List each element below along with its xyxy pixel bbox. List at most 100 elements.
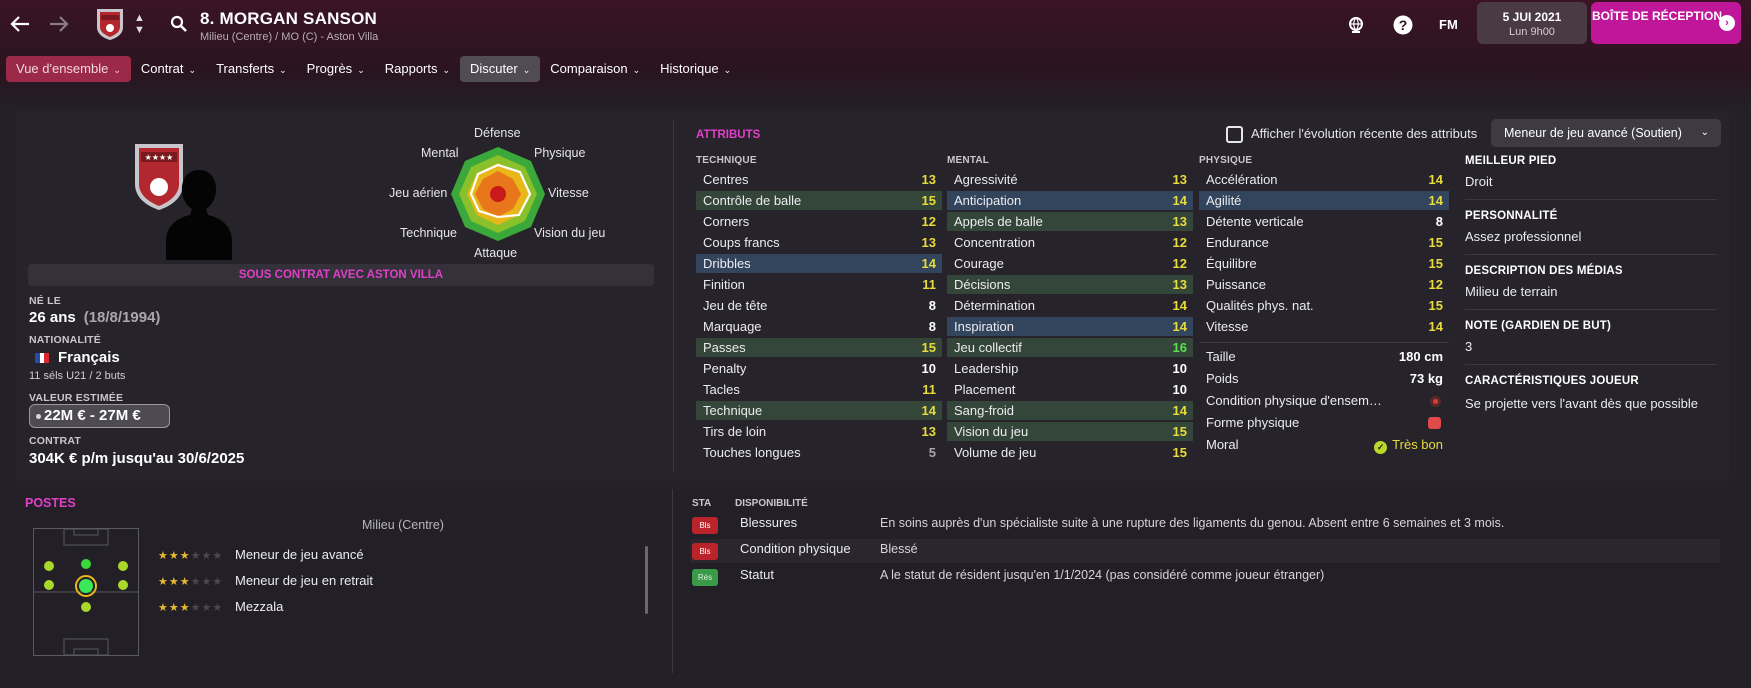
role-name: Meneur de jeu avancé — [235, 547, 364, 562]
attribute-row[interactable]: Touches longues 5 — [696, 443, 942, 462]
club-badge[interactable] — [95, 7, 125, 41]
roles-scrollbar[interactable] — [645, 546, 648, 614]
attribute-value: 14 — [1428, 319, 1443, 334]
attribute-row[interactable]: Qualités phys. nat. 15 — [1199, 296, 1449, 315]
attribute-row[interactable]: Tirs de loin 13 — [696, 422, 942, 441]
attribute-row[interactable]: Appels de balle 13 — [947, 212, 1193, 231]
date-continue-box[interactable]: 5 JUI 2021 Lun 9h00 — [1477, 2, 1587, 44]
status-row[interactable]: Bls Condition physique Blessé — [690, 539, 1720, 563]
form-row[interactable]: Forme physique — [1199, 413, 1449, 433]
attribute-row[interactable]: Centres 13 — [696, 170, 942, 189]
tab-progress[interactable]: Progrès ⌄ — [297, 56, 375, 82]
status-row[interactable]: Bls Blessures En soins auprès d'un spéci… — [690, 513, 1720, 537]
attribute-row[interactable]: Marquage 8 — [696, 317, 942, 336]
tab-transfers[interactable]: Transferts ⌄ — [206, 56, 297, 82]
attribute-value: 15 — [921, 340, 936, 355]
attribute-row[interactable]: Agilité 14 — [1199, 191, 1449, 210]
attribute-row[interactable]: Corners 12 — [696, 212, 942, 231]
role-dropdown[interactable]: Meneur de jeu avancé (Soutien) ⌄ — [1491, 119, 1721, 147]
tab-discuss[interactable]: Discuter ⌄ — [460, 56, 541, 82]
attribute-row[interactable]: Concentration 12 — [947, 233, 1193, 252]
attribute-row[interactable]: Équilibre 15 — [1199, 254, 1449, 273]
tab-history[interactable]: Historique ⌄ — [650, 56, 741, 82]
age: 26 ans — [29, 309, 76, 326]
attribute-name: Vitesse — [1206, 319, 1249, 334]
attribute-row[interactable]: Passes 15 — [696, 338, 942, 357]
attribute-row[interactable]: Coups francs 13 — [696, 233, 942, 252]
attribute-row[interactable]: Finition 11 — [696, 275, 942, 294]
attribute-row[interactable]: Tacles 11 — [696, 380, 942, 399]
attribute-row[interactable]: Volume de jeu 15 — [947, 443, 1193, 462]
attribute-value: 5 — [928, 445, 936, 460]
divider — [673, 120, 674, 472]
divider — [1465, 199, 1717, 200]
search-icon[interactable] — [170, 15, 187, 35]
player-tabs: Vue d'ensemble ⌄ Contrat ⌄ Transferts ⌄ Pro… — [6, 56, 741, 82]
personality-label: PERSONNALITÉ — [1465, 210, 1558, 222]
divider — [1465, 254, 1717, 255]
role-row[interactable]: ★★★★★★ Meneur de jeu avancé — [158, 546, 364, 564]
attribute-row[interactable]: Penalty 10 — [696, 359, 942, 378]
inbox-button[interactable]: BOÎTE DE RÉCEPTION › — [1591, 2, 1741, 44]
attribute-name: Inspiration — [954, 319, 1014, 334]
attribute-row[interactable]: Détente verticale 8 — [1199, 212, 1449, 231]
attribute-name: Technique — [703, 403, 763, 418]
tab-comparison[interactable]: Comparaison ⌄ — [540, 56, 650, 82]
role-row[interactable]: ★★★★★★ Mezzala — [158, 598, 283, 616]
attribute-row[interactable]: Anticipation 14 — [947, 191, 1193, 210]
attribute-row[interactable]: Sang-froid 14 — [947, 401, 1193, 420]
check-icon: ✓ — [1374, 441, 1388, 454]
attribute-value: 11 — [922, 382, 936, 397]
club-switch-chevrons[interactable]: ▲ ▼ — [134, 12, 145, 36]
attribute-row[interactable]: Détermination 14 — [947, 296, 1193, 315]
svg-text:?: ? — [1399, 17, 1408, 33]
back-arrow-icon[interactable] — [6, 10, 34, 38]
attribute-name: Agilité — [1206, 193, 1242, 208]
morale-row[interactable]: Moral ✓ Très bon — [1199, 435, 1449, 455]
fm-menu[interactable]: FM — [1439, 17, 1458, 32]
attribute-row[interactable]: Décisions 13 — [947, 275, 1193, 294]
tab-contract[interactable]: Contrat ⌄ — [131, 56, 206, 82]
forward-arrow-icon[interactable] — [45, 10, 73, 38]
attribute-row[interactable]: Accélération 14 — [1199, 170, 1449, 189]
attribute-value: 14 — [1428, 193, 1443, 208]
player-traits-label: CARACTÉRISTIQUES JOUEUR — [1465, 375, 1639, 387]
attribute-row[interactable]: Jeu de tête 8 — [696, 296, 942, 315]
attribute-row[interactable]: Inspiration 14 — [947, 317, 1193, 336]
condition-row[interactable]: Condition physique d'ensem… — [1199, 391, 1449, 411]
attribute-row[interactable]: Courage 12 — [947, 254, 1193, 273]
help-icon[interactable]: ? — [1393, 15, 1413, 35]
attribute-name: Penalty — [703, 361, 747, 376]
attribute-evolution-label[interactable]: Afficher l'évolution récente des attribu… — [1251, 126, 1477, 141]
attribute-value: 13 — [1172, 214, 1187, 229]
tab-reports[interactable]: Rapports ⌄ — [375, 56, 460, 82]
attribute-row[interactable]: Dribbles 14 — [696, 254, 942, 273]
attribute-row[interactable]: Agressivité 13 — [947, 170, 1193, 189]
time-label: Lun 9h00 — [1509, 26, 1555, 38]
attribute-name: Tirs de loin — [703, 424, 767, 439]
attribute-row[interactable]: Jeu collectif 16 — [947, 338, 1193, 357]
nationality-value[interactable]: Français — [58, 349, 120, 366]
attribute-row[interactable]: Endurance 15 — [1199, 233, 1449, 252]
attribute-value: 8 — [928, 319, 936, 334]
role-row[interactable]: ★★★★★★ Meneur de jeu en retrait — [158, 572, 373, 590]
attribute-row[interactable]: Placement 10 — [947, 380, 1193, 399]
attribute-row[interactable]: Vision du jeu 15 — [947, 422, 1193, 441]
attribute-name: Détermination — [954, 298, 1035, 313]
divider — [1465, 309, 1717, 310]
attribute-evolution-checkbox[interactable] — [1226, 126, 1243, 143]
globe-icon[interactable] — [1346, 15, 1366, 35]
status-row[interactable]: Rés Statut A le statut de résident jusqu… — [690, 565, 1720, 589]
attribute-row[interactable]: Leadership 10 — [947, 359, 1193, 378]
attribute-name: Touches longues — [703, 445, 801, 460]
attribute-row[interactable]: Vitesse 14 — [1199, 317, 1449, 336]
attribute-row[interactable]: Technique 14 — [696, 401, 942, 420]
radar-label-technique: Technique — [400, 226, 457, 240]
age-value: 26 ans (18/8/1994) — [29, 309, 160, 326]
attribute-row[interactable]: Contrôle de balle 15 — [696, 191, 942, 210]
estimated-value[interactable]: 22M € - 27M € — [29, 404, 170, 428]
attribute-row[interactable]: Puissance 12 — [1199, 275, 1449, 294]
contract-banner: SOUS CONTRAT AVEC ASTON VILLA — [28, 264, 654, 286]
tab-overview[interactable]: Vue d'ensemble ⌄ — [6, 56, 131, 82]
position-pitch[interactable] — [33, 528, 139, 656]
